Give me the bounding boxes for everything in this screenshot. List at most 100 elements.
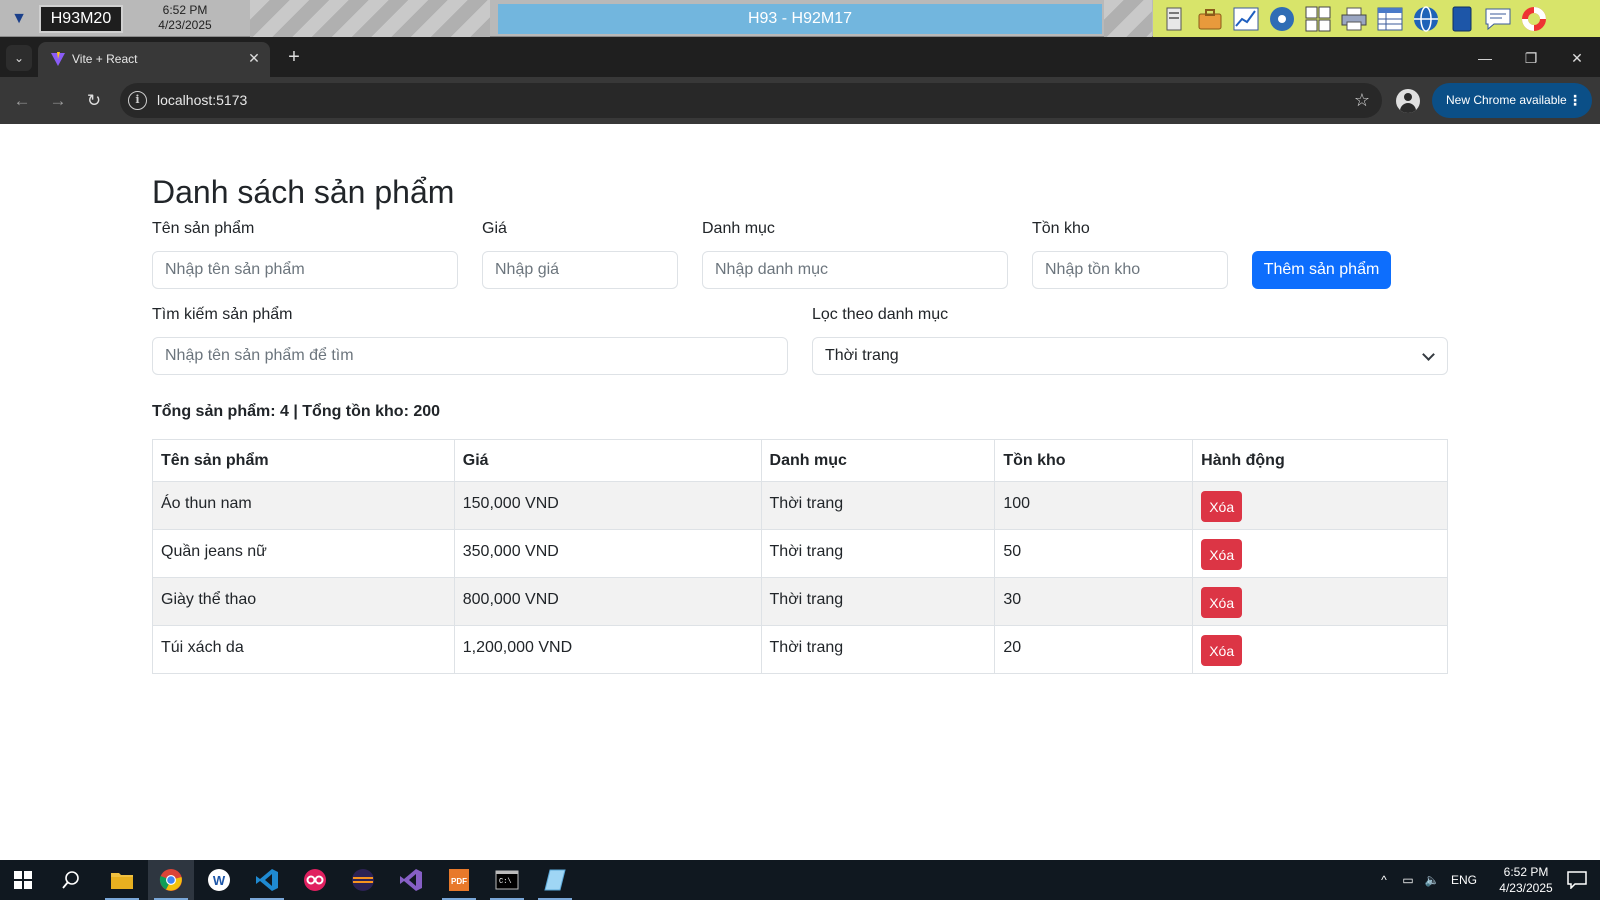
category-filter-select[interactable]: Thời trang	[812, 337, 1448, 375]
cell-name: Áo thun nam	[152, 481, 455, 530]
remote-session-title: H93 - H92M17	[498, 4, 1102, 34]
search-input[interactable]	[152, 337, 788, 375]
price-label: Giá	[482, 220, 507, 237]
lifebuoy-icon[interactable]	[1519, 4, 1549, 34]
filter-selected-value: Thời trang	[825, 347, 899, 364]
tab-search-button[interactable]: ⌄	[6, 45, 32, 71]
delete-button[interactable]: Xóa	[1201, 539, 1243, 570]
globe-icon[interactable]	[1411, 4, 1441, 34]
delete-button[interactable]: Xóa	[1201, 491, 1243, 522]
price-input[interactable]	[482, 251, 678, 289]
bookmark-star-icon[interactable]: ☆	[1354, 89, 1370, 111]
remote-desktop-bar: ▼ H93M20 6:52 PM 4/23/2025 H93 - H92M17	[0, 0, 1600, 37]
cell-name: Quần jeans nữ	[152, 529, 455, 578]
word-icon[interactable]: W	[196, 860, 242, 900]
terminal-icon[interactable]: C:\	[484, 860, 530, 900]
network-icon[interactable]: ▭	[1396, 873, 1420, 887]
cell-name: Túi xách da	[152, 625, 455, 674]
server-icon[interactable]	[1159, 4, 1189, 34]
header-name: Tên sản phẩm	[152, 439, 455, 482]
system-tray: ^ ▭ 🔈 ENG	[1372, 860, 1484, 900]
delete-button[interactable]: Xóa	[1201, 635, 1243, 666]
page-content: Danh sách sản phẩm Tên sản phẩm Giá Danh…	[0, 124, 1600, 860]
forward-icon[interactable]: →	[44, 87, 72, 115]
stock-label: Tồn kho	[1032, 220, 1090, 237]
restore-icon[interactable]: ❐	[1518, 45, 1544, 71]
category-input[interactable]	[702, 251, 1008, 289]
printer-icon[interactable]	[1339, 4, 1369, 34]
cell-category: Thời trang	[760, 577, 996, 626]
origin-icon[interactable]	[292, 860, 338, 900]
stock-input[interactable]	[1032, 251, 1228, 289]
page-title: Danh sách sản phẩm	[152, 174, 455, 210]
tab-vite-react[interactable]: Vite + React ✕	[38, 42, 270, 77]
cell-price: 350,000 VND	[453, 529, 762, 578]
cell-category: Thời trang	[760, 529, 996, 578]
tab-close-icon[interactable]: ✕	[244, 48, 264, 68]
visual-studio-code-icon[interactable]	[244, 860, 290, 900]
cell-price: 800,000 VND	[453, 577, 762, 626]
cell-stock: 50	[994, 529, 1194, 578]
table-row: Túi xách da 1,200,000 VND Thời trang 20 …	[152, 625, 1448, 674]
search-label: Tìm kiếm sản phẩm	[152, 306, 293, 323]
address-bar[interactable]: i localhost:5173 ☆	[120, 83, 1382, 118]
disc-icon[interactable]	[1267, 4, 1297, 34]
remote-bar-pattern	[1104, 0, 1152, 37]
chevron-down-icon: ⌄	[13, 51, 25, 65]
delete-button[interactable]: Xóa	[1201, 587, 1243, 618]
cell-action: Xóa	[1192, 625, 1448, 674]
windows-start-icon[interactable]	[0, 860, 46, 900]
notepad-icon[interactable]	[532, 860, 578, 900]
remote-time: 6:52 PM	[162, 3, 208, 17]
category-label: Danh mục	[702, 220, 775, 237]
volume-icon[interactable]: 🔈	[1420, 873, 1444, 887]
book-icon[interactable]	[1447, 4, 1477, 34]
table-row: Quần jeans nữ 350,000 VND Thời trang 50 …	[152, 529, 1448, 578]
cell-category: Thời trang	[760, 625, 996, 674]
close-window-icon[interactable]: ✕	[1564, 45, 1590, 71]
chrome-icon[interactable]	[148, 860, 194, 900]
show-hidden-icons-icon[interactable]: ^	[1372, 873, 1396, 887]
cell-name: Giày thể thao	[152, 577, 455, 626]
tab-title: Vite + React	[72, 52, 138, 66]
address-url[interactable]: localhost:5173	[157, 92, 247, 109]
chrome-update-button[interactable]: New Chrome available ⋮	[1432, 83, 1592, 118]
keyboard-icon[interactable]	[1303, 4, 1333, 34]
browser-toolbar: ← → ↻ i localhost:5173 ☆ New Chrome avai…	[0, 77, 1600, 124]
product-name-input[interactable]	[152, 251, 458, 289]
minimize-icon[interactable]: —	[1472, 45, 1498, 71]
notification-center-icon[interactable]	[1554, 860, 1600, 900]
svg-text:PDF: PDF	[451, 877, 467, 886]
profile-avatar-icon[interactable]	[1396, 89, 1420, 113]
new-tab-button[interactable]: +	[282, 46, 306, 70]
reload-icon[interactable]: ↻	[80, 87, 108, 115]
add-product-button[interactable]: Thêm sản phẩm	[1252, 251, 1391, 289]
cell-stock: 20	[994, 625, 1194, 674]
table-row: Giày thể thao 800,000 VND Thời trang 30 …	[152, 577, 1448, 626]
cell-price: 150,000 VND	[453, 481, 762, 530]
search-icon[interactable]	[48, 860, 94, 900]
filter-label: Lọc theo danh mục	[812, 306, 949, 323]
remote-bar-pattern	[250, 0, 490, 37]
remote-toolbar	[1153, 0, 1600, 37]
chat-icon[interactable]	[1483, 4, 1513, 34]
pin-icon[interactable]: ▼	[6, 6, 32, 32]
header-action: Hành động	[1192, 439, 1448, 482]
table-row: Áo thun nam 150,000 VND Thời trang 100 X…	[152, 481, 1448, 530]
pdf-icon[interactable]: PDF	[436, 860, 482, 900]
file-explorer-icon[interactable]	[99, 860, 145, 900]
machine-name[interactable]: H93M20	[39, 5, 123, 33]
site-info-icon[interactable]: i	[128, 91, 147, 110]
language-indicator[interactable]: ENG	[1444, 873, 1484, 887]
back-icon[interactable]: ←	[8, 87, 36, 115]
vite-favicon-icon	[51, 52, 65, 66]
header-stock: Tồn kho	[994, 439, 1194, 482]
menu-dots-icon: ⋮	[1568, 92, 1582, 108]
chart-icon[interactable]	[1231, 4, 1261, 34]
grid-window-icon[interactable]	[1375, 4, 1405, 34]
briefcase-icon[interactable]	[1195, 4, 1225, 34]
cell-stock: 100	[994, 481, 1194, 530]
summary-text: Tổng sản phẩm: 4 | Tổng tồn kho: 200	[152, 403, 441, 420]
visual-studio-icon[interactable]	[388, 860, 434, 900]
eclipse-icon[interactable]	[340, 860, 386, 900]
